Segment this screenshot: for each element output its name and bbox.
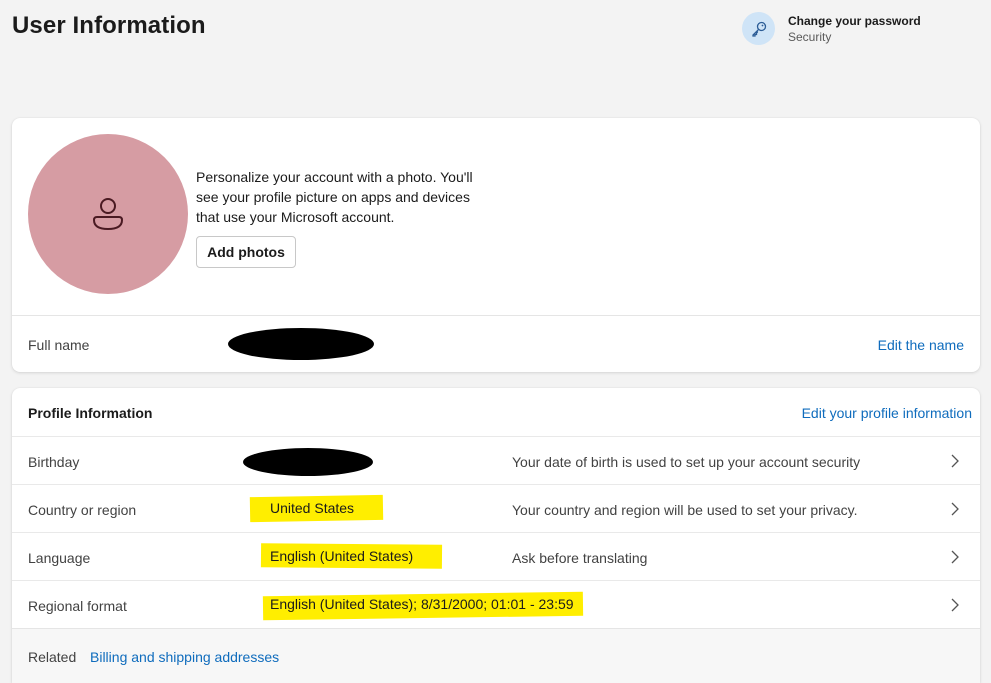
edit-profile-link[interactable]: Edit your profile information xyxy=(802,405,972,421)
photo-card: Personalize your account with a photo. Y… xyxy=(12,118,980,372)
language-label: Language xyxy=(28,550,91,566)
related-label: Related xyxy=(28,649,77,665)
change-password-title: Change your password xyxy=(788,13,921,28)
birthday-label: Birthday xyxy=(28,454,80,470)
regional-format-row[interactable]: Regional format English (United States);… xyxy=(12,580,980,628)
language-row[interactable]: Language English (United States) Ask bef… xyxy=(12,532,980,580)
regional-format-value: English (United States); 8/31/2000; 01:0… xyxy=(270,596,574,612)
chevron-right-icon xyxy=(951,454,959,468)
country-row[interactable]: Country or region United States Your cou… xyxy=(12,484,980,532)
change-password-subtitle: Security xyxy=(788,29,832,44)
profile-header: Profile Information Edit your profile in… xyxy=(12,388,980,436)
profile-info-card: Profile Information Edit your profile in… xyxy=(12,388,980,683)
key-icon xyxy=(742,12,775,45)
edit-name-link[interactable]: Edit the name xyxy=(878,337,964,353)
profile-section-title: Profile Information xyxy=(28,405,153,421)
chevron-right-icon xyxy=(951,502,959,516)
country-label: Country or region xyxy=(28,502,137,518)
avatar[interactable] xyxy=(28,134,188,294)
photo-description: Personalize your account with a photo. Y… xyxy=(196,169,473,225)
birthday-redaction xyxy=(243,448,373,476)
language-description: Ask before translating xyxy=(512,550,648,566)
regional-format-label: Regional format xyxy=(28,598,127,614)
full-name-label: Full name xyxy=(28,337,90,353)
birthday-row[interactable]: Birthday Your date of birth is used to s… xyxy=(12,436,980,484)
full-name-redaction xyxy=(228,328,374,360)
person-icon xyxy=(92,198,124,231)
billing-addresses-link[interactable]: Billing and shipping addresses xyxy=(90,649,279,665)
language-value: English (United States) xyxy=(270,548,414,564)
add-photos-button[interactable]: Add photos xyxy=(196,236,296,268)
full-name-row: Full name Edit the name xyxy=(12,315,980,372)
chevron-right-icon xyxy=(951,550,959,564)
country-value: United States xyxy=(270,500,355,516)
related-row: Related Billing and shipping addresses xyxy=(12,628,980,683)
change-password-link[interactable]: Change your password Security xyxy=(742,12,921,45)
country-description: Your country and region will be used to … xyxy=(512,502,858,518)
birthday-description: Your date of birth is used to set up you… xyxy=(512,454,861,470)
page-title: User Information xyxy=(12,12,206,39)
chevron-right-icon xyxy=(951,598,959,612)
